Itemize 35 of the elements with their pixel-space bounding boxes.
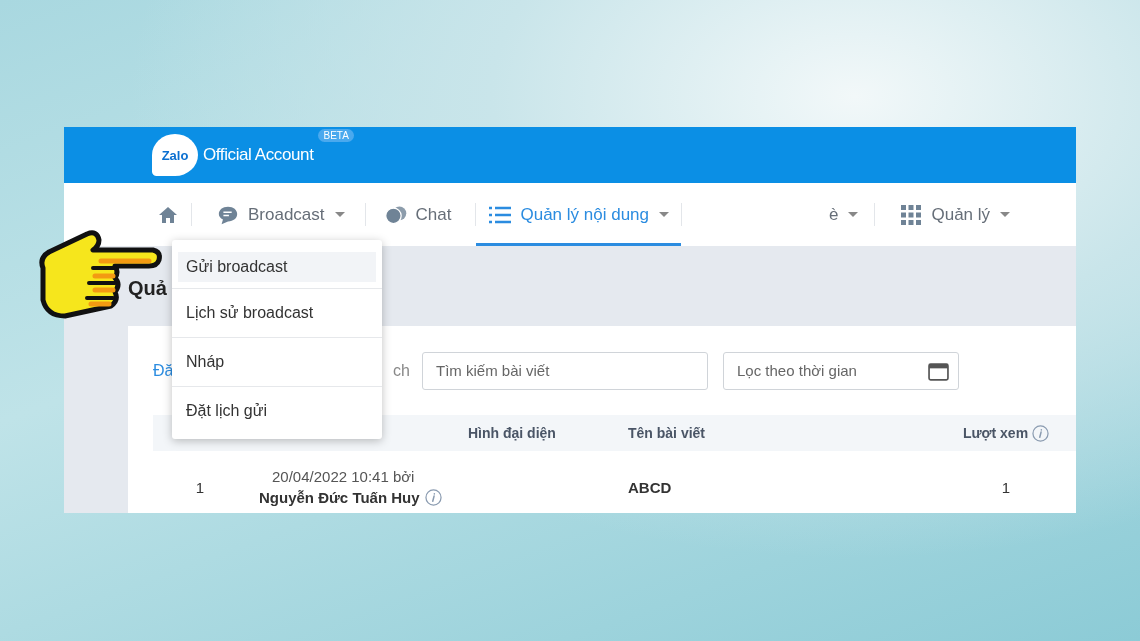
nav-tab[interactable]: Chat [365,183,476,246]
caret-icon [1000,211,1011,218]
caret-icon [848,211,859,218]
caret-icon [659,211,669,218]
status-tab[interactable]: ch [393,361,410,380]
search-field[interactable]: Tìm kiếm bài viết [422,351,708,390]
menu-item[interactable]: Đặt lịch gửi [178,389,376,433]
page-title: Quả [128,276,167,301]
menu-item[interactable]: Lịch sử broadcast [178,291,376,335]
column-header: Hình đại diện [468,425,557,441]
date-filter-field[interactable]: Lọc theo thời gian [723,351,959,390]
logo-bubble-icon: Zalo [152,134,198,176]
author-name: Nguyễn Đức Tuấn Huy [259,489,420,506]
table-cell-text: ABCD [628,478,673,496]
menu-item[interactable]: Gửi broadcast [178,252,376,282]
status-tab[interactable]: Đă [153,361,174,380]
nav-tab[interactable]: Quản lý nội dung [476,183,681,246]
nav-tab[interactable]: Broadcast [192,183,365,246]
table-cell-text: 1 [1000,478,1012,496]
home-icon [157,204,179,225]
brand-title: Official Account [203,145,314,165]
column-header: Tên bài viết [628,425,707,441]
nav-tab[interactable]: è [817,183,875,246]
beta-badge: BETA [318,129,354,142]
calendar-icon [928,361,949,381]
nav-tab[interactable]: Quản lý [875,183,1023,246]
chat-bubbles-icon [383,203,408,226]
table-cell-text: 1 [194,478,206,496]
info-icon [1032,424,1050,442]
table-cell-text: 20/04/2022 10:41 bởi [271,468,416,485]
column-header: Lượt xem [962,425,1029,441]
caret-icon [334,211,345,218]
info-icon [424,489,442,506]
grid-icon [899,203,924,226]
menu-item[interactable]: Nháp [178,340,376,384]
